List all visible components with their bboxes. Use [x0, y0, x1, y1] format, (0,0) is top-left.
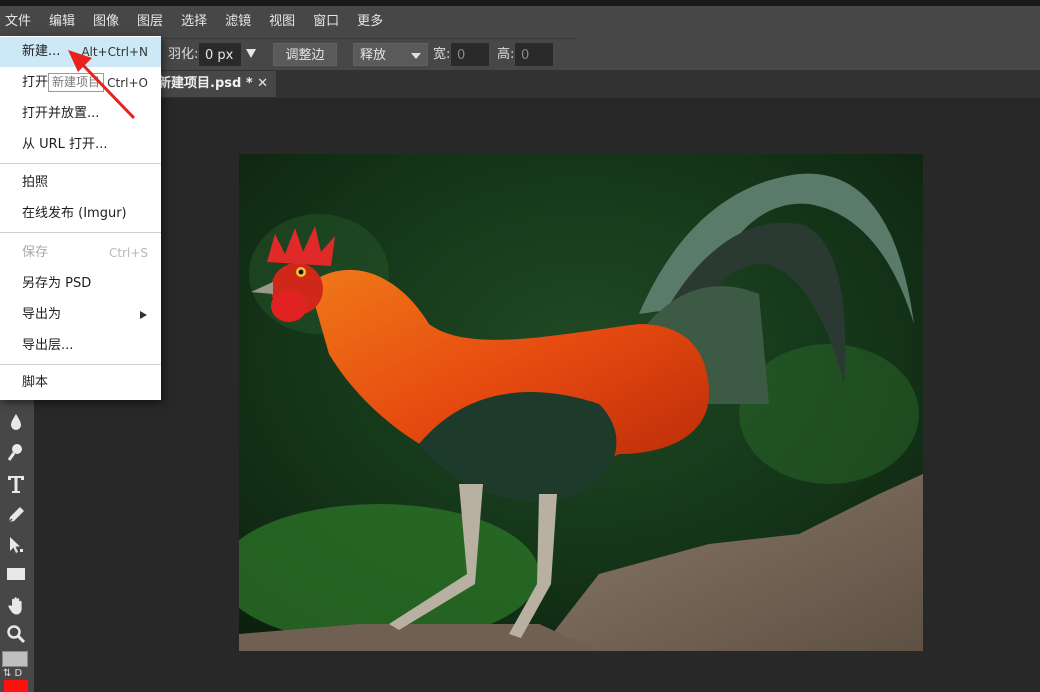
annotation-arrow-icon [68, 50, 136, 120]
